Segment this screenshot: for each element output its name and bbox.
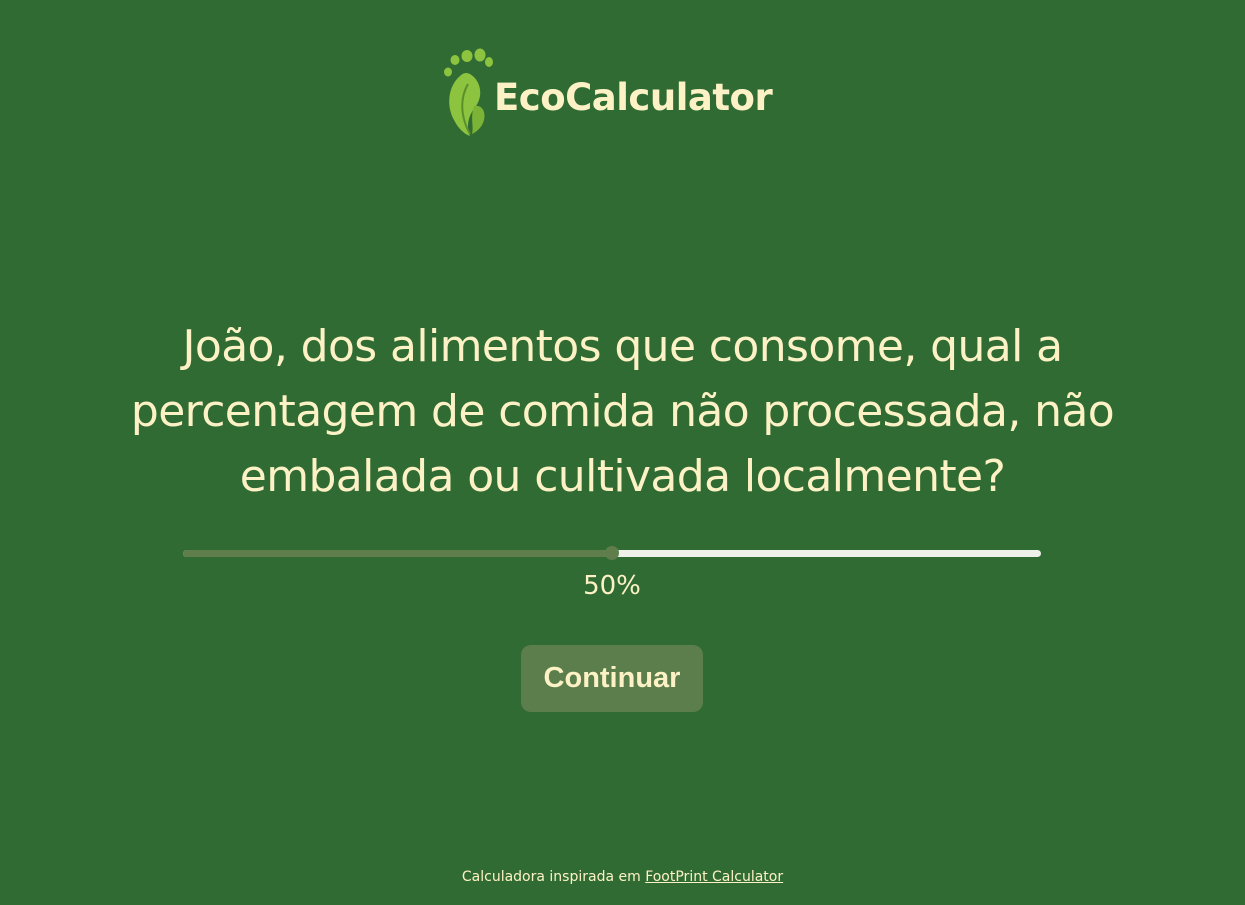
footprint-calculator-link[interactable]: FootPrint Calculator bbox=[645, 869, 783, 885]
slider-thumb[interactable] bbox=[605, 546, 619, 560]
continue-button[interactable]: Continuar bbox=[521, 645, 703, 712]
footprint-leaf-icon bbox=[444, 48, 493, 136]
brand-name: EcoCalculator bbox=[494, 75, 773, 119]
slider-fill bbox=[183, 550, 612, 557]
percentage-slider[interactable] bbox=[183, 543, 1041, 565]
footer-text: Calculadora inspirada em bbox=[461, 869, 646, 885]
question-text: João, dos alimentos que consome, qual a … bbox=[130, 321, 1115, 502]
slider-value-label: 50% bbox=[583, 571, 641, 601]
footer: Calculadora inspirada em FootPrint Calcu… bbox=[0, 866, 1245, 888]
brand-logo: EcoCalculator bbox=[440, 46, 773, 138]
